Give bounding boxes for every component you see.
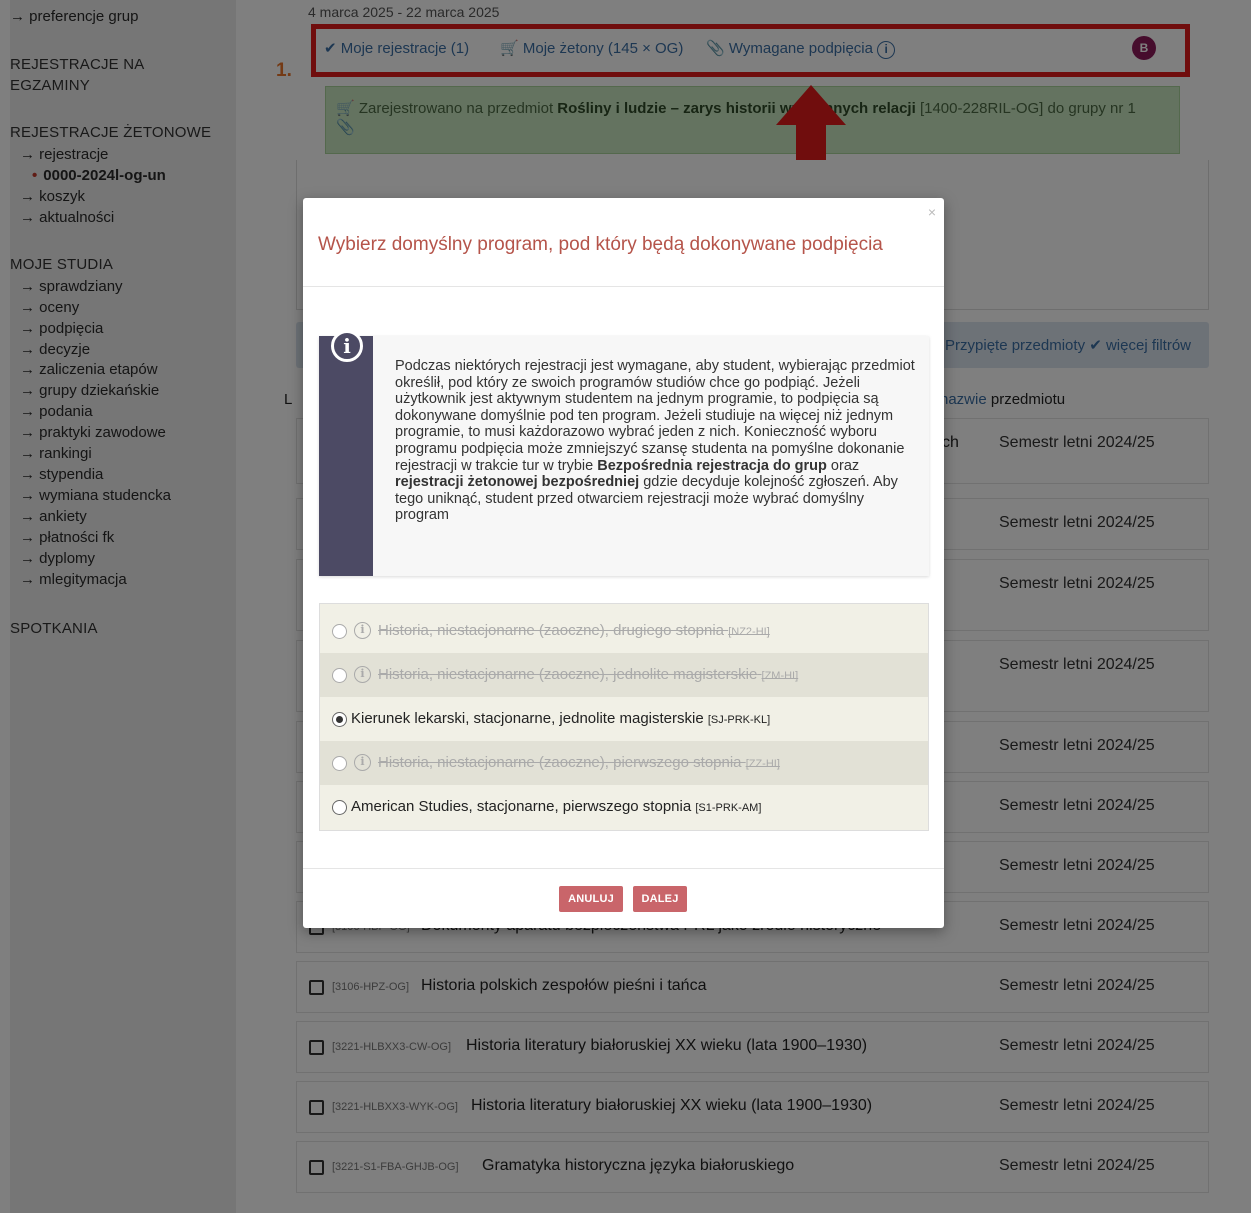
info-callout-band bbox=[319, 336, 373, 576]
modal-divider bbox=[303, 286, 944, 287]
default-program-modal: × Wybierz domyślny program, pod który bę… bbox=[303, 198, 944, 928]
program-option[interactable]: Kierunek lekarski, stacjonarne, jednolit… bbox=[320, 697, 928, 741]
program-option: i Historia, niestacjonarne (zaoczne), dr… bbox=[320, 609, 928, 653]
program-option-label: Historia, niestacjonarne (zaoczne), pier… bbox=[378, 754, 780, 771]
program-options-list: i Historia, niestacjonarne (zaoczne), dr… bbox=[319, 603, 929, 831]
close-icon[interactable]: × bbox=[928, 204, 936, 220]
program-radio bbox=[332, 624, 347, 639]
program-radio-selected[interactable] bbox=[332, 712, 347, 727]
program-option-label: Historia, niestacjonarne (zaoczne), jedn… bbox=[378, 666, 799, 683]
info-callout-text: Podczas niektórych rejestracji jest wyma… bbox=[395, 358, 915, 524]
program-radio bbox=[332, 756, 347, 771]
program-option-label[interactable]: American Studies, stacjonarne, pierwszeg… bbox=[351, 798, 761, 815]
program-option: i Historia, niestacjonarne (zaoczne), pi… bbox=[320, 741, 928, 785]
info-icon[interactable]: i bbox=[354, 666, 371, 683]
program-option-label: Historia, niestacjonarne (zaoczne), drug… bbox=[378, 622, 770, 639]
program-radio[interactable] bbox=[332, 800, 347, 815]
cancel-button[interactable]: ANULUJ bbox=[559, 886, 623, 912]
info-callout: i Podczas niektórych rejestracji jest wy… bbox=[319, 330, 929, 576]
next-button[interactable]: DALEJ bbox=[633, 886, 687, 912]
modal-title: Wybierz domyślny program, pod który będą… bbox=[318, 234, 883, 255]
program-option-label[interactable]: Kierunek lekarski, stacjonarne, jednolit… bbox=[351, 710, 770, 727]
program-radio bbox=[332, 668, 347, 683]
program-option: i Historia, niestacjonarne (zaoczne), je… bbox=[320, 653, 928, 697]
info-icon[interactable]: i bbox=[354, 622, 371, 639]
program-option[interactable]: American Studies, stacjonarne, pierwszeg… bbox=[320, 785, 928, 829]
info-icon: i bbox=[331, 330, 363, 362]
info-icon[interactable]: i bbox=[354, 754, 371, 771]
modal-divider bbox=[303, 868, 944, 869]
